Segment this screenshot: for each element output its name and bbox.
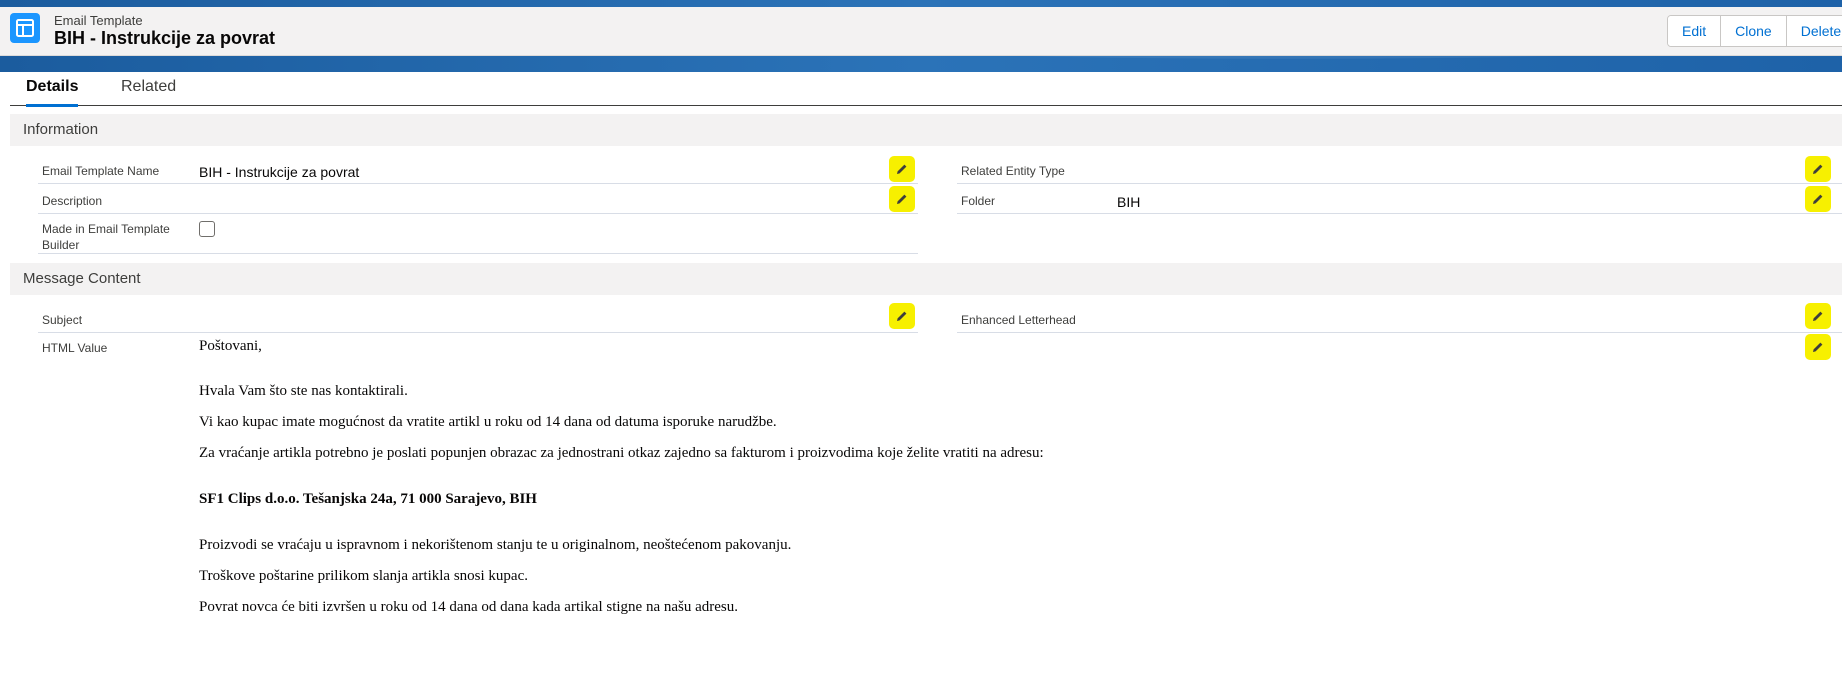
edit-pencil-icon[interactable] <box>1805 156 1831 182</box>
field-label: Subject <box>42 313 83 327</box>
object-type-label: Email Template <box>54 13 143 28</box>
record-header: Email Template BIH - Instrukcije za povr… <box>0 7 1842 56</box>
edit-button[interactable]: Edit <box>1668 16 1722 46</box>
email-template-icon <box>10 13 40 43</box>
page-title: BIH - Instrukcije za povrat <box>54 28 276 48</box>
field-label: Email Template Name <box>42 164 160 178</box>
html-paragraph: Vi kao kupac imate mogućnost da vratite … <box>199 414 777 430</box>
field-label: Description <box>42 194 103 208</box>
edit-pencil-icon[interactable] <box>1805 334 1831 360</box>
edit-pencil-icon[interactable] <box>1805 303 1831 329</box>
html-paragraph: Povrat novca će biti izvršen u roku od 1… <box>199 599 738 615</box>
tab-details[interactable]: Details <box>26 78 79 107</box>
html-greeting: Poštovani, <box>199 338 262 354</box>
edit-pencil-icon[interactable] <box>1805 186 1831 212</box>
action-button-group: Edit Clone Delete <box>1667 15 1842 47</box>
html-paragraph: Hvala Vam što ste nas kontaktirali. <box>199 383 408 399</box>
html-paragraph: Proizvodi se vraćaju u ispravnom i nekor… <box>199 537 792 553</box>
record-detail-content: Details Related Information Email Templa… <box>0 72 1842 679</box>
html-value-label: HTML Value <box>42 341 108 355</box>
tab-related[interactable]: Related <box>121 78 176 104</box>
html-value-body: Poštovani, Hvala Vam što ste nas kontakt… <box>199 72 1799 679</box>
html-paragraph: Za vraćanje artikla potrebno je poslati … <box>199 445 1044 461</box>
html-paragraph: Troškove poštarine prilikom slanja artik… <box>199 568 528 584</box>
html-address: SF1 Clips d.o.o. Tešanjska 24a, 71 000 S… <box>199 491 537 507</box>
clone-button[interactable]: Clone <box>1721 16 1787 46</box>
field-label: Made in Email Template Builder <box>42 222 170 252</box>
delete-button[interactable]: Delete <box>1786 16 1842 46</box>
